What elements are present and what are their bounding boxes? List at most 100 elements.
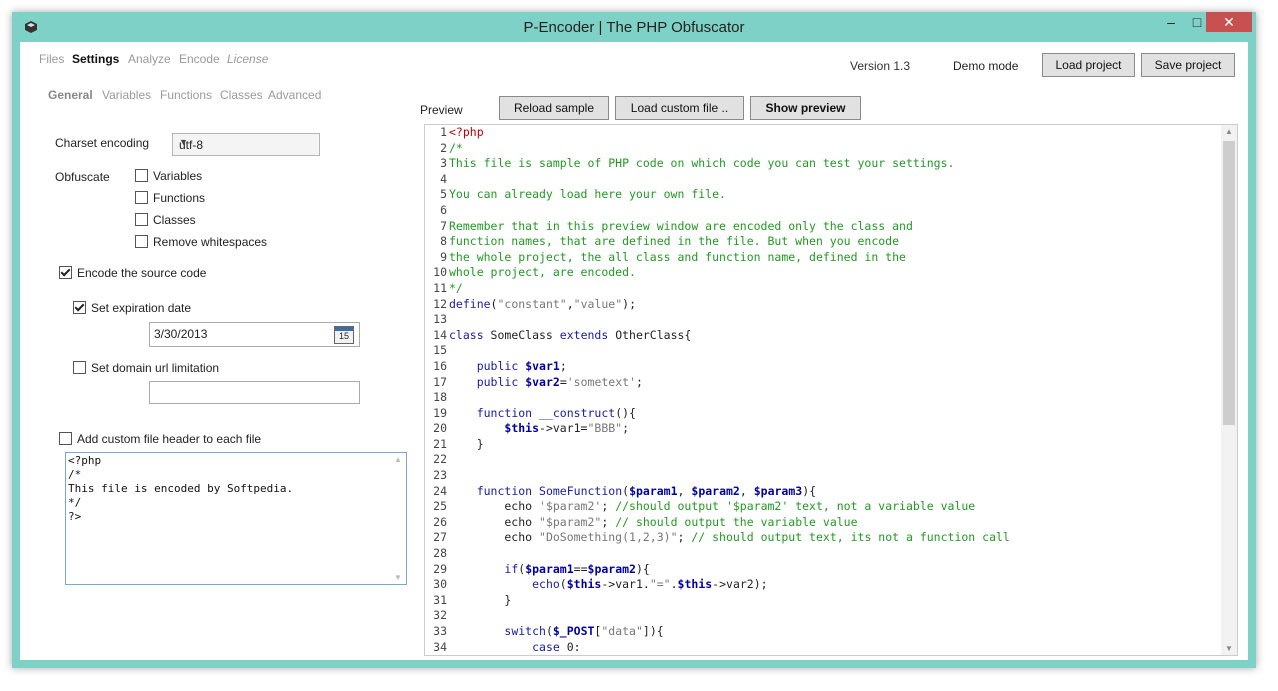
set-domain-checkbox[interactable] [73,361,86,374]
scroll-thumb[interactable] [1223,141,1235,425]
line-number: 13 [433,312,447,327]
code-line: public $var1; [449,359,1219,375]
scroll-down-icon[interactable]: ▼ [394,573,402,582]
code-token: 'sometext' [566,374,636,389]
header-scrollbar[interactable]: ▲ ▼ [391,453,406,584]
code-token: ]){ [642,624,664,638]
line-number: 4 [440,171,447,186]
line-number: 1 [440,125,447,139]
code-token: Remember that in this preview window are… [449,218,913,233]
line-number: 29 [433,561,447,576]
file-header-textarea[interactable]: <?php /* This file is encoded by Softped… [65,452,407,585]
scroll-up-icon[interactable]: ▲ [1225,127,1233,136]
code-token: $this [677,577,713,592]
code-line: This file is sample of PHP code on which… [449,156,1219,172]
line-number: 32 [433,608,447,623]
variables-checkbox[interactable] [135,169,148,182]
add-header-checkbox[interactable] [59,432,72,445]
expiration-date-value: 3/30/2013 [154,327,208,341]
code-token: function [476,483,533,498]
scroll-up-icon[interactable]: ▲ [394,455,402,464]
reload-sample-button[interactable]: Reload sample [499,96,609,120]
code-token: __construct [539,405,616,420]
title-bar[interactable]: P-Encoder | The PHP Obfuscator – □ ✕ [12,12,1256,42]
show-preview-button[interactable]: Show preview [750,96,861,120]
code-line: switch($_POST["data"]){ [449,624,1219,640]
load-custom-file-button[interactable]: Load custom file .. [615,96,744,120]
code-token: if [504,561,519,576]
expiration-date-input[interactable]: 3/30/2013 15 [149,322,360,347]
scroll-down-icon[interactable]: ▼ [1225,644,1233,653]
chevron-down-icon: ▼ [179,137,188,147]
subtab-classes[interactable]: Classes [220,88,263,102]
code-token: <?php [449,125,484,139]
line-number: 28 [433,546,447,561]
code-token: } [449,592,512,607]
code-line: $this->var1="BBB"; [449,421,1219,437]
file-header-text: <?php /* This file is encoded by Softped… [68,454,294,523]
code-token: $param2 [587,561,636,576]
code-token: SomeClass [483,327,560,342]
line-number: 11 [433,280,447,295]
classes-checkbox[interactable] [135,213,148,226]
code-token: , [566,296,574,311]
functions-checkbox[interactable] [135,191,148,204]
load-project-button[interactable]: Load project [1042,53,1135,77]
code-line: function __construct(){ [449,406,1219,422]
subtab-functions[interactable]: Functions [160,88,212,102]
menu-files[interactable]: Files [39,52,64,66]
line-number: 21 [433,436,447,451]
code-token: ->var1= [539,421,588,436]
menu-license[interactable]: License [227,52,268,66]
code-token: $param3 [753,483,803,498]
subtab-variables[interactable]: Variables [102,88,151,102]
encode-source-checkbox[interactable] [59,266,72,279]
subtab-general[interactable]: General [48,88,93,102]
code-line: You can already load here your own file. [449,187,1219,203]
menu-encode[interactable]: Encode [179,52,220,66]
code-line: class SomeClass extends OtherClass{ [449,328,1219,344]
charset-select[interactable]: utf-8 ▼ [172,133,320,156]
code-token: // should output text, its not a functio… [691,530,1010,545]
code-token: case [532,639,560,654]
code-scrollbar[interactable]: ▲ ▼ [1221,125,1237,655]
save-project-button[interactable]: Save project [1141,53,1235,77]
code-token: $var2 [525,374,560,389]
line-number: 26 [433,514,447,529]
code-token: . [670,577,678,592]
code-token: "BBB" [587,421,623,436]
set-expiration-checkbox[interactable] [73,301,86,314]
menu-settings[interactable]: Settings [72,52,119,66]
domain-url-input[interactable] [149,381,360,404]
line-number: 27 [433,530,447,545]
code-token: echo [532,577,560,592]
calendar-icon[interactable]: 15 [334,326,354,344]
code-token: ){ [635,561,650,576]
code-token: ( [545,624,553,638]
code-line: /* [449,141,1219,157]
subtab-advanced[interactable]: Advanced [268,88,321,102]
minimize-button[interactable]: – [1158,12,1184,32]
code-token: the whole project, the all class and fun… [449,249,906,264]
line-number: 22 [433,452,447,467]
code-token: whole project, are encoded. [449,265,636,280]
code-token: $this [566,577,602,592]
code-token: OtherClass{ [608,327,692,342]
code-line: if($param1==$param2){ [449,562,1219,578]
obfuscate-label: Obfuscate [55,170,110,184]
code-token: } [449,436,484,451]
close-button[interactable]: ✕ [1206,12,1252,32]
menu-analyze[interactable]: Analyze [128,52,171,66]
code-token: $_POST [552,624,595,638]
remove-whitespaces-checkbox[interactable] [135,235,148,248]
code-token: "DoSomething(1,2,3)" [539,530,678,545]
line-number: 9 [440,249,447,264]
code-preview[interactable]: 1 2 3 4 5 6 7 8 9 10 11 12 13 14 15 16 17 18 19 20 21 22 23 24 2… [424,124,1238,656]
window-title: P-Encoder | The PHP Obfuscator [523,19,745,36]
